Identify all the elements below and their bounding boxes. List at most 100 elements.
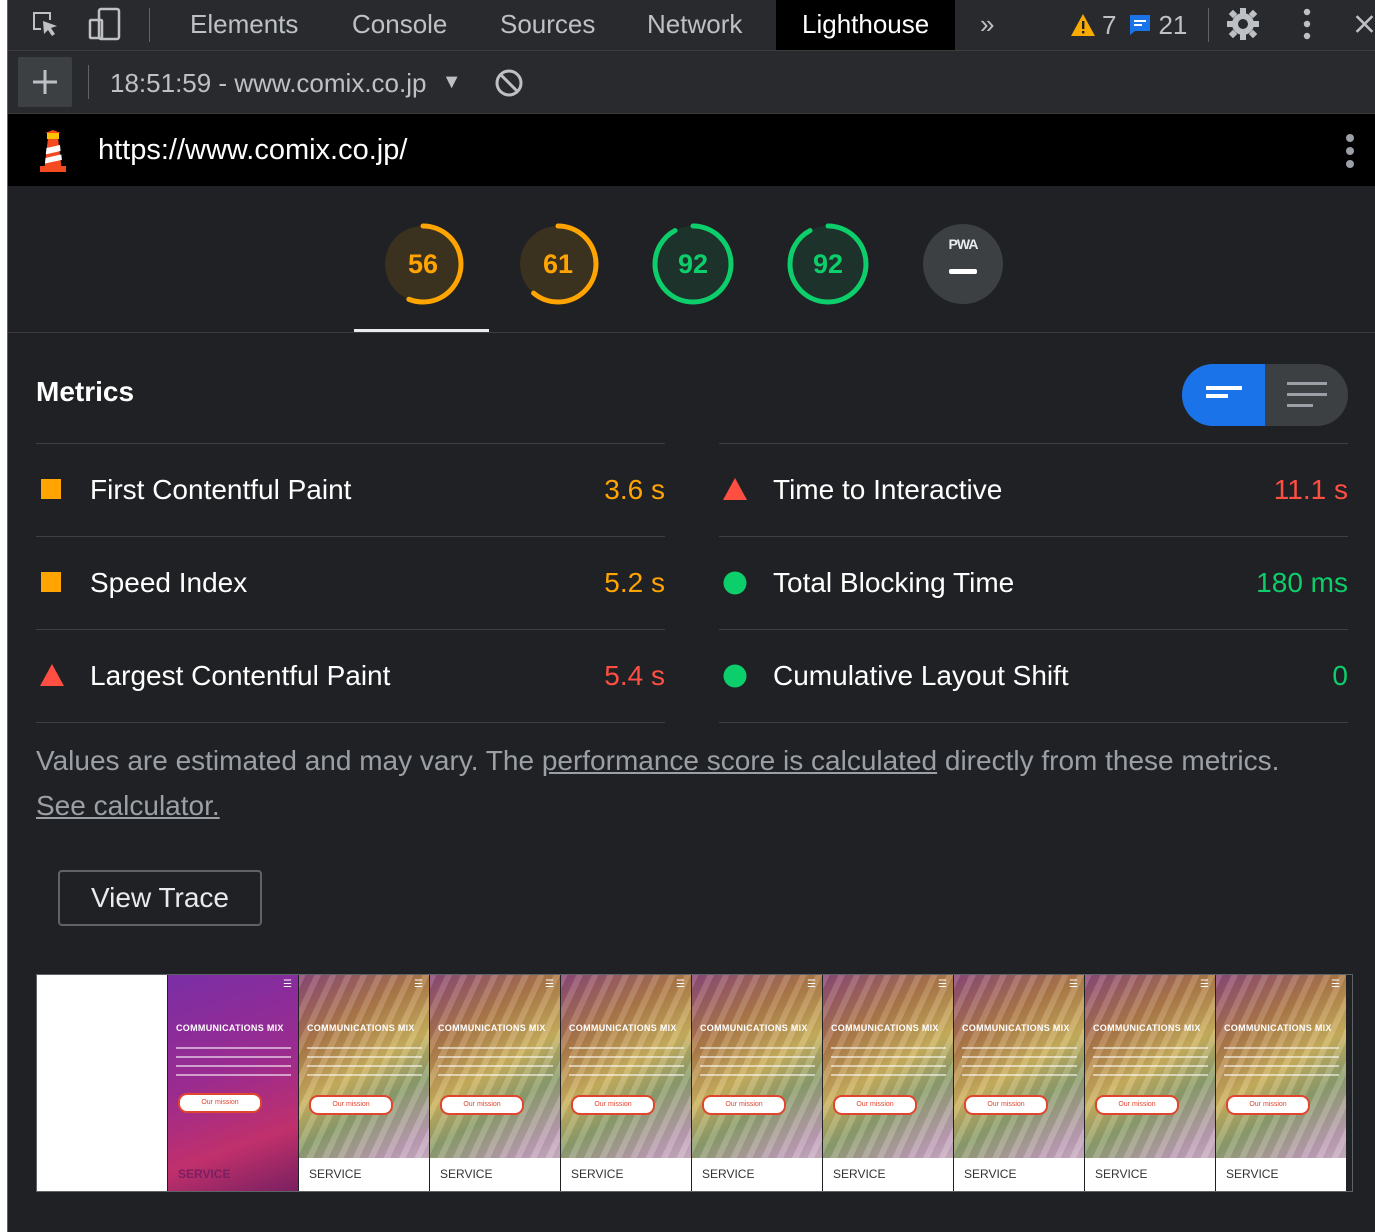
frame-footer: SERVICE bbox=[561, 1158, 691, 1191]
messages-count: 21 bbox=[1158, 9, 1188, 40]
tab-console[interactable]: Console bbox=[326, 0, 473, 50]
gauge-best-practices[interactable]: 92 bbox=[651, 222, 735, 306]
compact-view-button[interactable] bbox=[1182, 364, 1265, 426]
frame-button: Our mission bbox=[964, 1095, 1048, 1115]
frame-footer: SERVICE bbox=[823, 1158, 953, 1191]
toolbar-separator bbox=[1208, 8, 1209, 42]
expanded-view-button[interactable] bbox=[1265, 364, 1348, 426]
metric-label: Speed Index bbox=[90, 567, 248, 598]
metrics-left-column: First Contentful Paint 3.6 s Speed Index… bbox=[36, 443, 665, 723]
metrics-right-column: Time to Interactive 11.1 s Total Blockin… bbox=[719, 443, 1348, 723]
hamburger-icon: ☰ bbox=[545, 979, 554, 990]
metric-speed-index: Speed Index 5.2 s bbox=[36, 536, 665, 629]
frame-footer: SERVICE bbox=[692, 1158, 822, 1191]
dropdown-arrow-icon: ▼ bbox=[441, 71, 462, 93]
metric-largest-contentful-paint: Largest Contentful Paint 5.4 s bbox=[36, 629, 665, 723]
view-trace-button[interactable]: View Trace bbox=[58, 870, 262, 926]
metric-value: 11.1 s bbox=[1273, 474, 1348, 505]
hamburger-icon: ☰ bbox=[676, 979, 685, 990]
frame-footer: SERVICE bbox=[954, 1158, 1084, 1191]
warnings-count: 7 bbox=[1102, 9, 1117, 40]
score-gauges: 56 61 92 92 PWA bbox=[8, 186, 1375, 333]
score-calculated-link[interactable]: performance score is calculated bbox=[542, 745, 937, 776]
average-square-icon bbox=[40, 478, 62, 505]
frame-title: COMMUNICATIONS MIX bbox=[1093, 1023, 1201, 1033]
frame-button: Our mission bbox=[702, 1095, 786, 1115]
frame-text-lines bbox=[1093, 1047, 1208, 1081]
filmstrip-frame: ☰ COMMUNICATIONS MIX Our mission SERVICE bbox=[561, 975, 692, 1191]
devtools-toolbar: Elements Console Sources Network Lightho… bbox=[8, 0, 1375, 51]
toolbar-separator bbox=[88, 65, 89, 99]
warning-icon bbox=[1071, 14, 1095, 36]
metric-value: 180 ms bbox=[1256, 567, 1348, 598]
metric-total-blocking-time: Total Blocking Time 180 ms bbox=[719, 536, 1348, 629]
metric-label: Largest Contentful Paint bbox=[90, 660, 391, 691]
new-report-button[interactable] bbox=[18, 57, 72, 107]
filmstrip-frame: ☰ COMMUNICATIONS MIX Our mission SERVICE bbox=[299, 975, 430, 1191]
long-lines-icon bbox=[1286, 382, 1327, 407]
tab-sources[interactable]: Sources bbox=[474, 0, 621, 50]
see-calculator-link[interactable]: See calculator. bbox=[36, 790, 220, 821]
frame-footer: SERVICE bbox=[299, 1158, 429, 1191]
lighthouse-logo-icon bbox=[36, 130, 70, 177]
left-edge bbox=[0, 0, 8, 1232]
tab-network[interactable]: Network bbox=[621, 0, 768, 50]
report-url-bar: https://www.comix.co.jp/ bbox=[8, 114, 1375, 186]
metric-value: 5.4 s bbox=[604, 660, 665, 691]
filmstrip: ☰ COMMUNICATIONS MIX Our mission SERVICE… bbox=[36, 974, 1353, 1192]
frame-button: Our mission bbox=[309, 1095, 393, 1115]
frame-text-lines bbox=[569, 1047, 684, 1081]
metric-time-to-interactive: Time to Interactive 11.1 s bbox=[719, 443, 1348, 536]
frame-footer: SERVICE bbox=[430, 1158, 560, 1191]
metric-value: 0 bbox=[1332, 660, 1348, 691]
metrics-disclaimer: Values are estimated and may vary. The p… bbox=[36, 738, 1296, 828]
customize-menu-icon[interactable] bbox=[1288, 6, 1326, 42]
tab-elements[interactable]: Elements bbox=[164, 0, 324, 50]
gauge-performance[interactable]: 56 bbox=[381, 222, 465, 306]
pass-circle-icon bbox=[723, 571, 747, 600]
more-tabs-icon[interactable]: » bbox=[954, 0, 1020, 50]
clear-reports-icon[interactable] bbox=[494, 68, 524, 103]
warnings-badge[interactable]: 7 21 bbox=[1070, 0, 1187, 50]
device-toolbar-icon[interactable] bbox=[86, 6, 124, 42]
frame-title: COMMUNICATIONS MIX bbox=[700, 1023, 808, 1033]
gauge-accessibility[interactable]: 61 bbox=[516, 222, 600, 306]
filmstrip-frame: ☰ COMMUNICATIONS MIX Our mission SERVICE bbox=[1085, 975, 1216, 1191]
filmstrip-frame: ☰ COMMUNICATIONS MIX Our mission SERVICE bbox=[954, 975, 1085, 1191]
gauge-seo[interactable]: 92 bbox=[786, 222, 870, 306]
message-icon bbox=[1130, 15, 1151, 35]
frame-button: Our mission bbox=[1226, 1095, 1310, 1115]
tab-lighthouse[interactable]: Lighthouse bbox=[776, 0, 956, 50]
active-gauge-indicator bbox=[354, 329, 489, 332]
frame-text-lines bbox=[831, 1047, 946, 1081]
hamburger-icon: ☰ bbox=[1331, 979, 1340, 990]
short-lines-icon bbox=[1205, 386, 1242, 398]
hamburger-icon: ☰ bbox=[1200, 979, 1209, 990]
report-url[interactable]: https://www.comix.co.jp/ bbox=[98, 114, 407, 186]
fail-triangle-icon bbox=[723, 478, 747, 505]
frame-text-lines bbox=[176, 1047, 291, 1081]
report-select[interactable]: 18:51:59 - www.comix.co.jp ▼ bbox=[110, 51, 462, 113]
frame-text-lines bbox=[1224, 1047, 1339, 1081]
metric-label: First Contentful Paint bbox=[90, 474, 352, 505]
gauge-score: 61 bbox=[542, 249, 574, 279]
average-square-icon bbox=[40, 571, 62, 598]
frame-text-lines bbox=[700, 1047, 815, 1081]
hamburger-icon: ☰ bbox=[283, 979, 292, 990]
metric-value: 5.2 s bbox=[604, 567, 665, 598]
settings-gear-icon[interactable] bbox=[1224, 6, 1262, 42]
metric-label: Total Blocking Time bbox=[773, 567, 1015, 598]
gauge-pwa[interactable]: PWA bbox=[921, 222, 1005, 306]
filmstrip-frame: ☰ COMMUNICATIONS MIX Our mission SERVICE bbox=[692, 975, 823, 1191]
hamburger-icon: ☰ bbox=[414, 979, 423, 990]
metric-cumulative-layout-shift: Cumulative Layout Shift 0 bbox=[719, 629, 1348, 723]
frame-title: COMMUNICATIONS MIX bbox=[831, 1023, 939, 1033]
frame-button: Our mission bbox=[440, 1095, 524, 1115]
frame-title: COMMUNICATIONS MIX bbox=[438, 1023, 546, 1033]
hamburger-icon: ☰ bbox=[807, 979, 816, 990]
metrics-view-toggle[interactable] bbox=[1182, 364, 1348, 426]
inspect-element-icon[interactable] bbox=[26, 6, 64, 42]
close-devtools-icon[interactable] bbox=[1348, 6, 1375, 42]
report-menu-icon[interactable] bbox=[1345, 134, 1355, 173]
frame-title: COMMUNICATIONS MIX bbox=[307, 1023, 415, 1033]
